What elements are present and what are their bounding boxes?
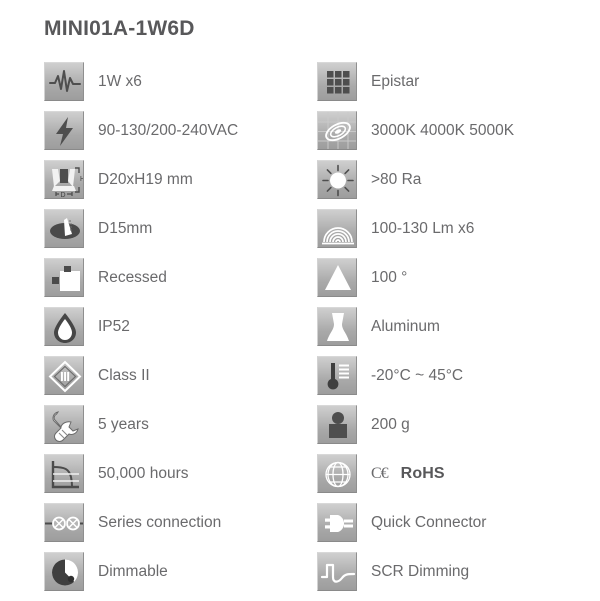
- spec-label: D15mm: [98, 220, 153, 237]
- spec-label: IP52: [98, 318, 130, 335]
- lightning-voltage-icon: [44, 111, 84, 150]
- spec-label: 3000K 4000K 5000K: [371, 122, 515, 139]
- luminous-flux-icon: [317, 209, 357, 248]
- spec-row: IP52: [44, 307, 238, 356]
- spec-label: 100 °: [371, 269, 408, 286]
- rohs-mark: RoHS: [400, 464, 445, 482]
- spec-label: 1W x6: [98, 73, 142, 90]
- spec-label: -20°C ~ 45°C: [371, 367, 464, 384]
- quick-connector-icon: [317, 503, 357, 542]
- globe-certification-icon: [317, 454, 357, 493]
- spec-label: >80 Ra: [371, 171, 422, 188]
- spec-label: 50,000 hours: [98, 465, 189, 482]
- spec-label: 5 years: [98, 416, 149, 433]
- cutout-hole-icon: [44, 209, 84, 248]
- spec-row: H D D20xH19 mm: [44, 160, 238, 209]
- spec-row: 5 years: [44, 405, 238, 454]
- spec-row: 100-130 Lm x6: [317, 209, 514, 258]
- spec-row: -20°C ~ 45°C: [317, 356, 514, 405]
- dimensions-icon: H D: [44, 160, 84, 199]
- lifetime-curve-icon: [44, 454, 84, 493]
- spec-row: 50,000 hours: [44, 454, 238, 503]
- weight-icon: [317, 405, 357, 444]
- spec-row: Class II: [44, 356, 238, 405]
- spec-row: C€ RoHS: [317, 454, 514, 503]
- led-chip-grid-icon: [317, 62, 357, 101]
- beam-angle-icon: [317, 258, 357, 297]
- waveform-power-icon: [44, 62, 84, 101]
- spec-label: Class II: [98, 367, 150, 384]
- spec-row: >80 Ra: [317, 160, 514, 209]
- thermometer-icon: [317, 356, 357, 395]
- aluminum-material-icon: [317, 307, 357, 346]
- spec-row: 200 g: [317, 405, 514, 454]
- spec-label: 100-130 Lm x6: [371, 220, 475, 237]
- svg-text:D: D: [61, 192, 66, 199]
- certification-marks: C€ RoHS: [371, 454, 445, 493]
- spec-label: Recessed: [98, 269, 167, 286]
- color-temperature-icon: [317, 111, 357, 150]
- spec-row: SCR Dimming: [317, 552, 514, 601]
- spec-column-left: 1W x6 90-130/200-240VAC H D D20xH19 mm D…: [44, 62, 238, 601]
- ce-mark: C€: [371, 464, 389, 482]
- page-title: MINI01A-1W6D: [44, 17, 195, 40]
- spec-row: Quick Connector: [317, 503, 514, 552]
- spec-label: Dimmable: [98, 563, 168, 580]
- recessed-mount-icon: [44, 258, 84, 297]
- sun-cri-icon: [317, 160, 357, 199]
- spec-row: Series connection: [44, 503, 238, 552]
- product-spec-sheet: MINI01A-1W6D 1W x6 90-130/200-240VAC H D…: [0, 0, 600, 600]
- spec-label: 90-130/200-240VAC: [98, 122, 239, 139]
- spec-row: Recessed: [44, 258, 238, 307]
- class-two-icon: [44, 356, 84, 395]
- spec-label: Epistar: [371, 73, 420, 90]
- scr-waveform-icon: [317, 552, 357, 591]
- series-connection-icon: [44, 503, 84, 542]
- spec-row: 1W x6: [44, 62, 238, 111]
- spec-label: Aluminum: [371, 318, 440, 335]
- warranty-wrench-icon: [44, 405, 84, 444]
- spec-row: Epistar: [317, 62, 514, 111]
- spec-label: D20xH19 mm: [98, 171, 193, 188]
- spec-label: 200 g: [371, 416, 410, 433]
- spec-row: Aluminum: [317, 307, 514, 356]
- spec-label: Quick Connector: [371, 514, 487, 531]
- dimmer-knob-icon: [44, 552, 84, 591]
- spec-row: Dimmable: [44, 552, 238, 601]
- water-drop-ip-icon: [44, 307, 84, 346]
- spec-row: D15mm: [44, 209, 238, 258]
- spec-label: Series connection: [98, 514, 222, 531]
- svg-text:H: H: [80, 176, 84, 183]
- spec-label: SCR Dimming: [371, 563, 470, 580]
- spec-row: 100 °: [317, 258, 514, 307]
- spec-row: 90-130/200-240VAC: [44, 111, 238, 160]
- spec-column-right: Epistar 3000K 4000K 5000K >80 Ra 100-130…: [317, 62, 514, 601]
- spec-row: 3000K 4000K 5000K: [317, 111, 514, 160]
